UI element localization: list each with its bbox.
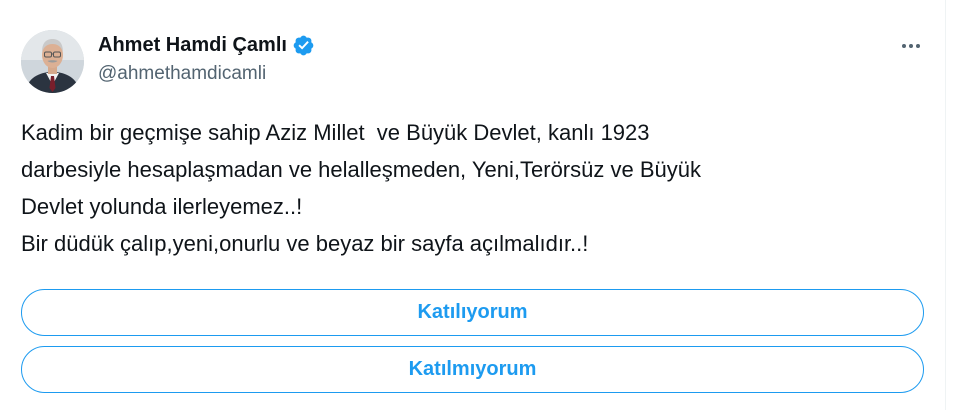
author-name-row: Ahmet Hamdi Çamlı bbox=[98, 31, 315, 59]
more-options-icon[interactable] bbox=[897, 36, 927, 56]
avatar[interactable] bbox=[21, 30, 84, 93]
author-handle[interactable]: @ahmethamdicamli bbox=[98, 63, 266, 85]
verified-badge-icon[interactable] bbox=[292, 34, 315, 57]
tweet-text-line: Kadim bir geçmişe sahip Aziz Millet ve B… bbox=[21, 120, 650, 145]
tweet-text: Kadim bir geçmişe sahip Aziz Millet ve B… bbox=[21, 114, 926, 262]
dot-icon bbox=[902, 44, 906, 48]
dot-icon bbox=[909, 44, 913, 48]
dot-icon bbox=[916, 44, 920, 48]
card-divider bbox=[945, 0, 946, 410]
author-display-name[interactable]: Ahmet Hamdi Çamlı bbox=[98, 34, 287, 57]
more-options-dots bbox=[902, 44, 920, 48]
tweet-card: Ahmet Hamdi Çamlı @ahmethamdicamli Kadim… bbox=[0, 0, 940, 410]
tweet-text-line: Devlet yolunda ilerleyemez..! bbox=[21, 194, 303, 219]
tweet-text-line: Bir düdük çalıp,yeni,onurlu ve beyaz bir… bbox=[21, 231, 589, 256]
avatar-image bbox=[21, 30, 84, 93]
poll-option-disagree-button[interactable]: Katılmıyorum bbox=[21, 346, 924, 393]
tweet-text-line: darbesiyle hesaplaşmadan ve helalleşmede… bbox=[21, 157, 701, 182]
poll-option-agree-button[interactable]: Katılıyorum bbox=[21, 289, 924, 336]
